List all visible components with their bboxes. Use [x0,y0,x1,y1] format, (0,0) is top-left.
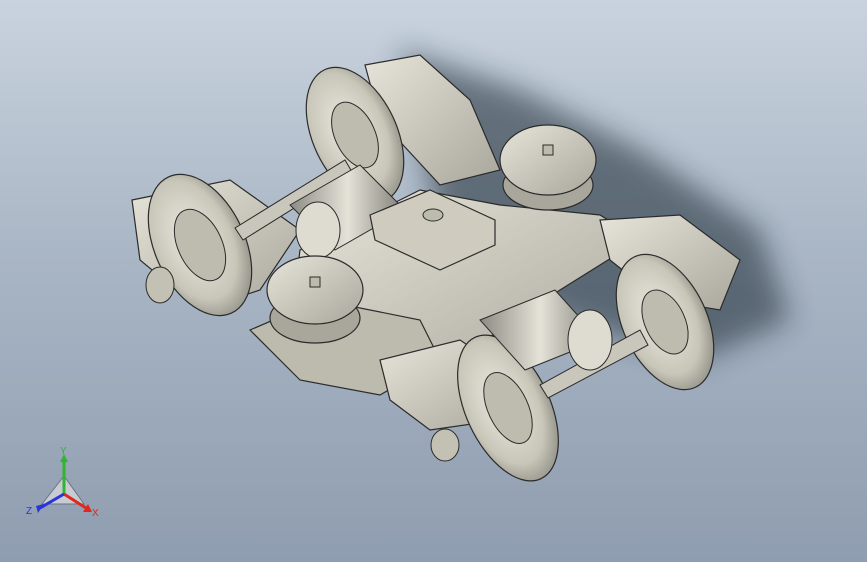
coordinate-triad: Y X Z [26,446,99,519]
air-spring-front[interactable] [266,255,364,344]
axle-box-front-left[interactable] [430,428,460,462]
y-axis-label: Y [60,446,67,457]
axle-box-rear-left[interactable] [145,266,175,304]
air-spring-rear[interactable] [499,124,597,211]
z-axis-label: Z [26,506,32,517]
x-axis-label: X [92,508,99,519]
graphics-viewport[interactable]: Y X Z [0,0,867,562]
z-axis-head [36,504,44,513]
bogie-3d-model[interactable] [0,0,867,562]
